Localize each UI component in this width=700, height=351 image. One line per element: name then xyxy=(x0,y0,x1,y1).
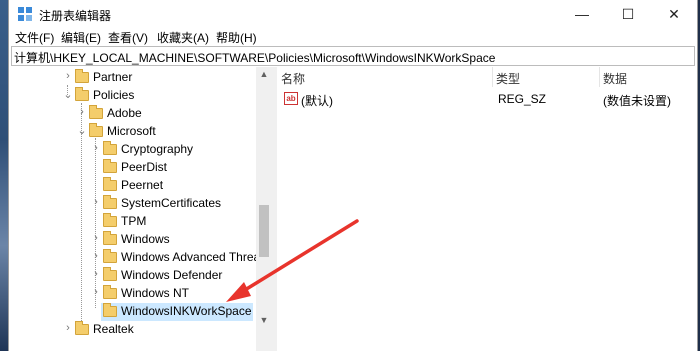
folder-icon xyxy=(75,321,89,335)
values-list: 名称 类型 数据 ab (默认) REG_SZ (数值未设置) xyxy=(277,67,697,351)
expand-chevron-icon[interactable]: › xyxy=(91,196,101,208)
tree-item-label: TPM xyxy=(121,214,147,228)
collapse-chevron-icon[interactable]: ⌄ xyxy=(77,124,87,137)
expand-chevron-icon[interactable]: › xyxy=(91,250,101,262)
folder-icon xyxy=(103,285,117,299)
value-name: (默认) xyxy=(301,94,333,108)
folder-icon xyxy=(75,87,89,101)
column-header-data[interactable]: 数据 xyxy=(603,70,627,87)
tree-item-realtek[interactable]: › Realtek xyxy=(9,321,269,339)
scroll-up-arrow-icon[interactable]: ▲ xyxy=(256,69,272,79)
menu-favorites[interactable]: 收藏夹(A) xyxy=(157,29,209,46)
tree-item-windows[interactable]: › Windows xyxy=(9,231,269,249)
regedit-window: 注册表编辑器 — ☐ ✕ 文件(F) 编辑(E) 查看(V) 收藏夹(A) 帮助… xyxy=(8,0,698,351)
folder-icon xyxy=(103,141,117,155)
collapse-chevron-icon[interactable]: ⌄ xyxy=(63,88,73,101)
tree-item-label: Windows NT xyxy=(121,286,190,300)
tree-item-microsoft[interactable]: ⌄ Microsoft xyxy=(9,123,269,141)
tree-item-label: Policies xyxy=(93,88,135,102)
folder-icon xyxy=(103,195,117,209)
value-data: (数值未设置) xyxy=(603,94,671,108)
folder-icon xyxy=(103,177,117,191)
tree-item-windows-advanced-threat[interactable]: › Windows Advanced Threa xyxy=(9,249,269,267)
folder-icon xyxy=(103,231,117,245)
expand-chevron-icon[interactable]: › xyxy=(77,106,87,118)
tree-item-label: Windows xyxy=(121,232,170,246)
tree-item-policies[interactable]: ⌄ Policies xyxy=(9,87,269,105)
tree-vertical-scrollbar[interactable]: ▲ ▼ xyxy=(256,67,272,351)
tree-item-cryptography[interactable]: › Cryptography xyxy=(9,141,269,159)
tree-item-tpm[interactable]: TPM xyxy=(9,213,269,231)
desktop-background-left xyxy=(0,0,8,351)
column-header-name[interactable]: 名称 xyxy=(281,70,305,87)
folder-icon xyxy=(89,105,103,119)
menu-edit[interactable]: 编辑(E) xyxy=(61,29,101,46)
tree-item-label: Windows Advanced Threa xyxy=(121,250,261,264)
tree-item-label: SystemCertificates xyxy=(121,196,222,210)
folder-icon xyxy=(103,303,117,317)
folder-icon xyxy=(103,159,117,173)
title-bar[interactable]: 注册表编辑器 — ☐ ✕ xyxy=(9,0,697,28)
folder-icon xyxy=(89,123,103,137)
menu-file[interactable]: 文件(F) xyxy=(15,29,54,46)
tree-item-peernet[interactable]: Peernet xyxy=(9,177,269,195)
folder-icon xyxy=(103,213,117,227)
window-title: 注册表编辑器 xyxy=(39,9,112,23)
tree-item-adobe[interactable]: › Adobe xyxy=(9,105,269,123)
tree-item-windows-defender[interactable]: › Windows Defender xyxy=(9,267,269,285)
menu-view[interactable]: 查看(V) xyxy=(108,29,148,46)
menu-help[interactable]: 帮助(H) xyxy=(216,29,257,46)
expand-chevron-icon[interactable]: › xyxy=(91,286,101,298)
expand-chevron-icon[interactable]: › xyxy=(91,142,101,154)
maximize-button[interactable]: ☐ xyxy=(605,0,651,28)
tree-item-label: Windows Defender xyxy=(121,268,223,282)
tree-item-label: Microsoft xyxy=(107,124,156,138)
address-path: 计算机\HKEY_LOCAL_MACHINE\SOFTWARE\Policies… xyxy=(14,51,496,65)
folder-icon xyxy=(103,249,117,263)
value-type: REG_SZ xyxy=(498,92,547,106)
tree-item-peerdist[interactable]: PeerDist xyxy=(9,159,269,177)
column-divider[interactable] xyxy=(492,67,493,87)
tree-item-label: Adobe xyxy=(107,106,142,120)
expand-chevron-icon[interactable]: › xyxy=(91,232,101,244)
regedit-app-icon xyxy=(18,7,32,21)
column-header-type[interactable]: 类型 xyxy=(496,70,520,87)
tree-item-windows-nt[interactable]: › Windows NT xyxy=(9,285,269,303)
scrollbar-thumb[interactable] xyxy=(259,205,269,257)
column-divider[interactable] xyxy=(599,67,600,87)
minimize-button[interactable]: — xyxy=(559,0,605,28)
expand-chevron-icon[interactable]: › xyxy=(91,268,101,280)
tree-item-partner[interactable]: › Partner xyxy=(9,69,269,87)
tree-item-label: WindowsINKWorkSpace xyxy=(121,304,252,318)
folder-icon xyxy=(103,267,117,281)
tree-item-label: Partner xyxy=(93,70,133,84)
expand-chevron-icon[interactable]: › xyxy=(63,70,73,82)
tree-item-windowsinkworkspace[interactable]: WindowsINKWorkSpace xyxy=(101,303,253,321)
string-value-icon: ab xyxy=(284,92,298,105)
registry-tree: › Partner ⌄ Policies › Adobe ⌄ Microsoft… xyxy=(9,67,273,351)
folder-icon xyxy=(75,69,89,83)
scroll-down-arrow-icon[interactable]: ▼ xyxy=(256,315,272,325)
address-bar[interactable]: 计算机\HKEY_LOCAL_MACHINE\SOFTWARE\Policies… xyxy=(11,46,695,66)
menu-bar: 文件(F) 编辑(E) 查看(V) 收藏夹(A) 帮助(H) xyxy=(9,28,697,46)
close-button[interactable]: ✕ xyxy=(651,0,697,28)
tree-item-label: Realtek xyxy=(93,322,134,336)
expand-chevron-icon[interactable]: › xyxy=(63,322,73,334)
tree-item-systemcertificates[interactable]: › SystemCertificates xyxy=(9,195,269,213)
tree-item-label: Cryptography xyxy=(121,142,194,156)
tree-item-label: PeerDist xyxy=(121,160,168,174)
tree-item-label: Peernet xyxy=(121,178,164,192)
